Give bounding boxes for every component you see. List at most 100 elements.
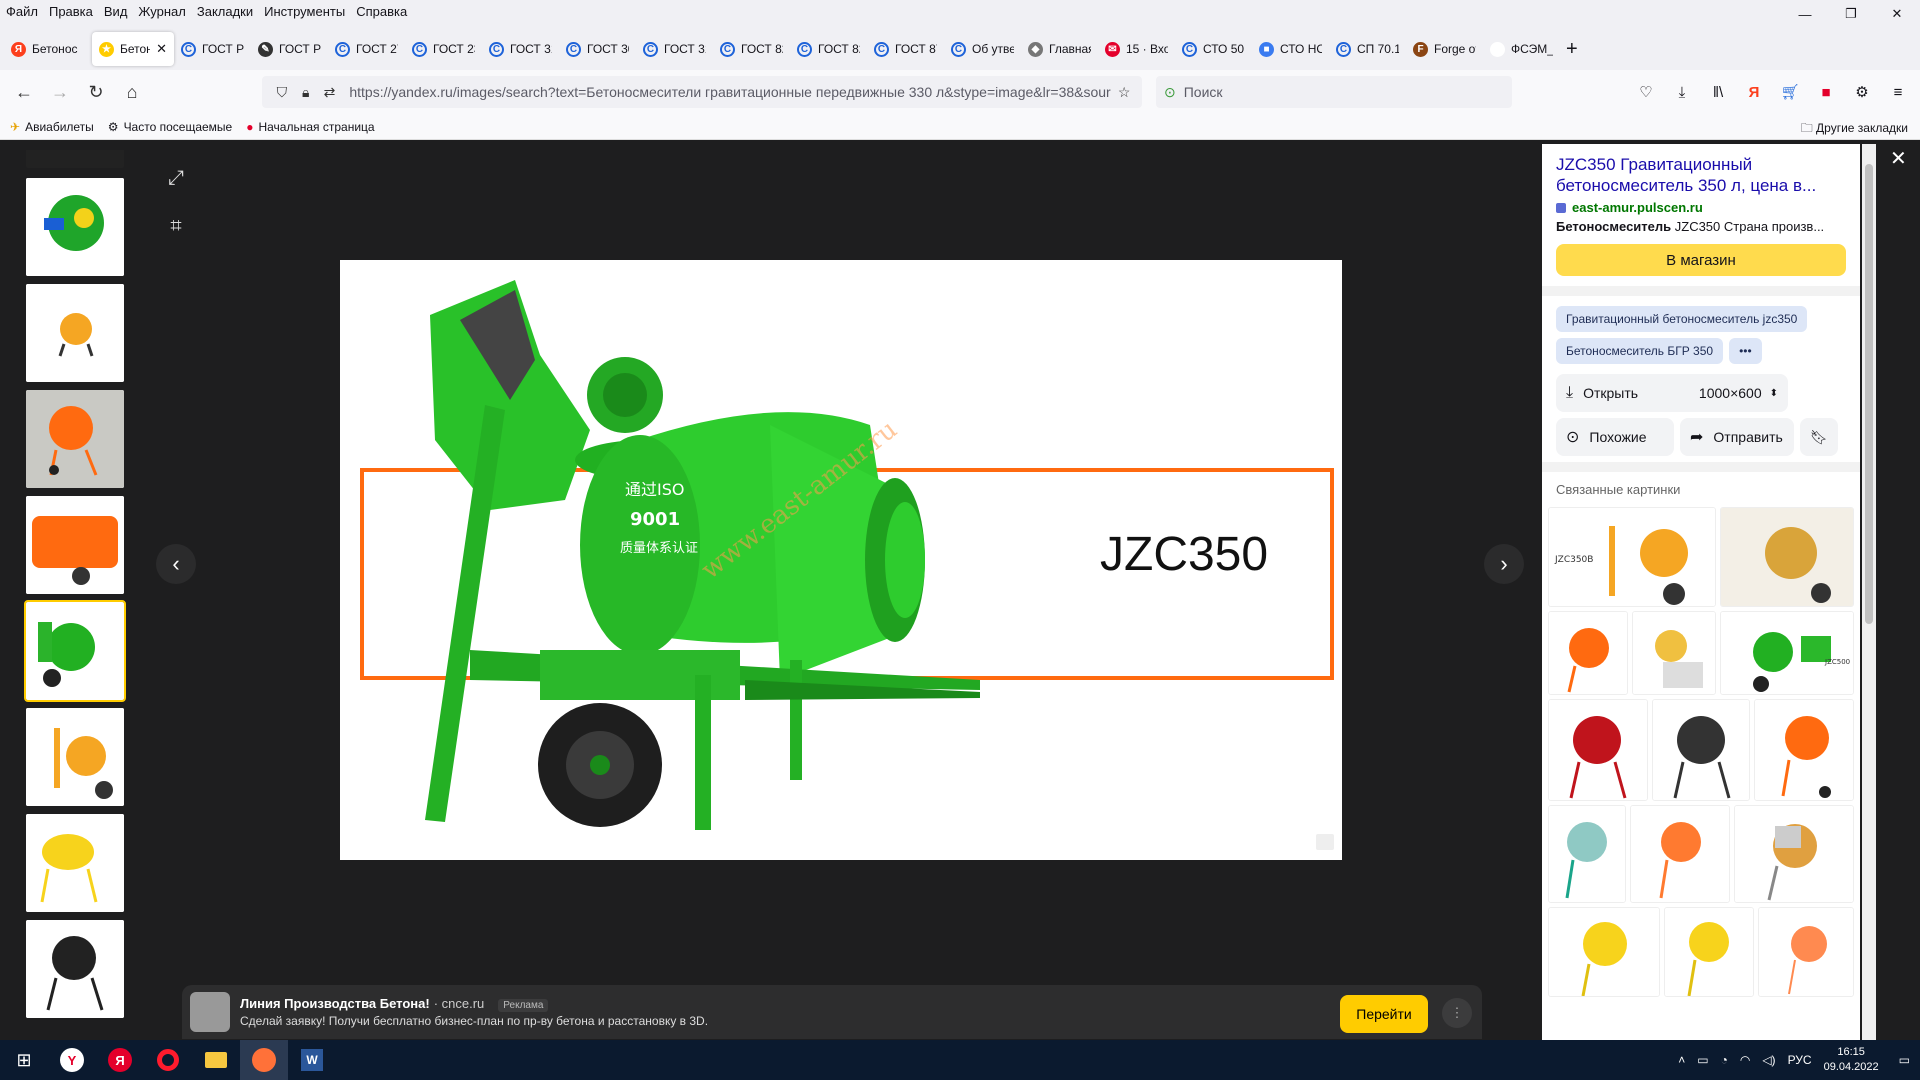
related-image[interactable]: JZC500 (1720, 611, 1854, 695)
similar-button[interactable]: ⊙ Похожие (1556, 418, 1674, 456)
thumbnail[interactable] (26, 150, 124, 168)
related-image[interactable]: JZC350B (1548, 507, 1716, 607)
related-image[interactable] (1632, 611, 1716, 695)
windows-start-icon[interactable]: ⊞ (0, 1040, 48, 1080)
other-bookmarks[interactable]: 🗀︎ Другие закладки (1801, 119, 1908, 140)
permissions-icon[interactable]: ⇄ (318, 84, 342, 101)
ad-more-icon[interactable]: ⋮ (1442, 998, 1472, 1028)
ad-title[interactable]: Линия Производства Бетона! (240, 996, 430, 1011)
home-icon[interactable]: ⌂ (114, 74, 150, 110)
tab[interactable]: C СТО 501 (1175, 32, 1252, 66)
source-domain[interactable]: east-amur.pulscen.ru (1572, 200, 1703, 215)
cart-icon[interactable]: 🛒︎ (1772, 76, 1808, 108)
related-image[interactable] (1548, 611, 1628, 695)
tab[interactable]: F Forge of (1406, 32, 1483, 66)
menu-icon[interactable]: ≡ (1880, 76, 1916, 108)
related-image[interactable] (1548, 907, 1660, 997)
pocket-icon[interactable]: ♡ (1628, 76, 1664, 108)
crop-icon[interactable]: ⌗ (158, 208, 194, 244)
tab[interactable]: C ГОСТ Р 5 (174, 32, 251, 66)
thumbnail[interactable] (26, 390, 124, 488)
bookmark-star-icon[interactable]: ☆ (1112, 84, 1136, 101)
advertisement-banner[interactable]: Линия Производства Бетона! · cnce.ru Рекла… (182, 985, 1482, 1039)
minimize-button[interactable]: — (1782, 0, 1828, 28)
tab[interactable]: ✉ 15 · Вход (1098, 32, 1175, 66)
tab-active[interactable]: ★ Бетон ✕ (92, 32, 174, 66)
related-image[interactable] (1652, 699, 1750, 801)
flag-icon[interactable]: ■ (1808, 76, 1844, 108)
open-image-button[interactable]: ⤓ Открыть 1000×600 ⬍ (1556, 374, 1788, 412)
tab[interactable]: C ГОСТ 826 (790, 32, 867, 66)
tray-network-icon[interactable]: ◔ (1721, 1053, 1728, 1067)
tab[interactable]: C ГОСТ 873 (867, 32, 944, 66)
forward-icon[interactable]: → (42, 74, 78, 110)
firefox-icon[interactable] (240, 1040, 288, 1080)
menu-item[interactable]: Справка (356, 4, 407, 19)
thumbnail[interactable] (26, 708, 124, 806)
file-explorer-icon[interactable] (192, 1040, 240, 1080)
tray-wifi-icon[interactable]: ◠ (1740, 1053, 1750, 1067)
next-image-button[interactable]: › (1484, 544, 1524, 584)
lock-icon[interactable]: 🔒︎ (294, 84, 318, 101)
notifications-icon[interactable]: ▭ (1899, 1053, 1910, 1067)
ad-go-button[interactable]: Перейти (1340, 995, 1428, 1033)
tray-device-icon[interactable]: ▭ (1697, 1053, 1708, 1067)
yandex-icon[interactable]: Я (96, 1040, 144, 1080)
thumbnail[interactable] (26, 178, 124, 276)
tray-chevron-icon[interactable]: ˄ (1678, 1053, 1685, 1067)
tab[interactable]: C Об утвер (944, 32, 1021, 66)
related-image[interactable] (1548, 805, 1626, 903)
menu-item[interactable]: Вид (104, 4, 128, 19)
bookmark-most-visited[interactable]: ⚙ Часто посещаемые (108, 120, 232, 134)
related-image[interactable] (1548, 699, 1648, 801)
size-select-icon[interactable]: ⬍ (1770, 388, 1778, 399)
search-bar[interactable]: ⊙ Поиск (1156, 76, 1512, 108)
tab[interactable]: Я Бетонос (4, 32, 92, 66)
menu-item[interactable]: Правка (49, 4, 93, 19)
bookmark-button[interactable]: 🔖︎ (1800, 418, 1838, 456)
tab[interactable]: C ГОСТ 270 (328, 32, 405, 66)
close-tab-icon[interactable]: ✕ (156, 41, 167, 57)
bookmark-start-page[interactable]: ● Начальная страница (246, 120, 374, 134)
opera-icon[interactable] (144, 1040, 192, 1080)
more-tags-button[interactable]: ••• (1729, 338, 1762, 364)
previous-image-button[interactable]: ‹ (156, 544, 196, 584)
tab[interactable]: ■ СТО НОС (1252, 32, 1329, 66)
related-image[interactable] (1734, 805, 1854, 903)
menu-item[interactable]: Журнал (138, 4, 185, 19)
source-title[interactable]: JZC350 Гравитационный бетоносмеситель 35… (1556, 154, 1846, 196)
tab[interactable]: C ГОСТ 826 (713, 32, 790, 66)
tab[interactable]: C ГОСТ 311 (636, 32, 713, 66)
query-tag[interactable]: Бетоносмеситель БГР 350 (1556, 338, 1724, 364)
bookmark-aviatickets[interactable]: ✈ Авиабилеты (10, 120, 94, 134)
query-tag[interactable]: Гравитационный бетоносмеситель jzc350 (1556, 306, 1808, 332)
tab[interactable]: C ГОСТ 311 (482, 32, 559, 66)
related-image[interactable] (1664, 907, 1754, 997)
language-indicator[interactable]: РУС (1788, 1053, 1812, 1067)
thumbnail-selected[interactable] (24, 600, 126, 702)
url-bar[interactable]: ⛉ 🔒︎ ⇄ https://yandex.ru/images/search?t… (262, 76, 1142, 108)
menu-item[interactable]: Закладки (197, 4, 253, 19)
related-image[interactable] (1630, 805, 1730, 903)
menu-item[interactable]: Файл (6, 4, 38, 19)
word-icon[interactable]: W (288, 1040, 336, 1080)
tab[interactable]: C СП 70.13 (1329, 32, 1406, 66)
new-tab-button[interactable]: + (1566, 38, 1578, 61)
yandex-icon[interactable]: Я (1736, 76, 1772, 108)
related-image[interactable] (1754, 699, 1854, 801)
image-size[interactable]: 1000×600 (1699, 385, 1762, 401)
extension-icon[interactable]: ⚙ (1844, 76, 1880, 108)
clock[interactable]: 16:15 09.04.2022 (1824, 1045, 1879, 1075)
url-text[interactable]: https://yandex.ru/images/search?text=Бет… (349, 84, 1112, 100)
tab[interactable]: C ГОСТ 237 (405, 32, 482, 66)
library-icon[interactable]: ‖\ (1700, 76, 1736, 108)
tab[interactable]: ◆ Главная (1021, 32, 1098, 66)
reload-icon[interactable]: ↻ (78, 74, 114, 110)
search-placeholder[interactable]: Поиск (1184, 84, 1223, 100)
downloads-icon[interactable]: ⤓ (1664, 76, 1700, 108)
thumbnail[interactable] (26, 814, 124, 912)
search-engine-icon[interactable]: ⊙ (1164, 84, 1176, 101)
close-window-button[interactable]: ✕ (1874, 0, 1920, 28)
thumbnail[interactable] (26, 920, 124, 1018)
shield-icon[interactable]: ⛉ (270, 84, 294, 101)
